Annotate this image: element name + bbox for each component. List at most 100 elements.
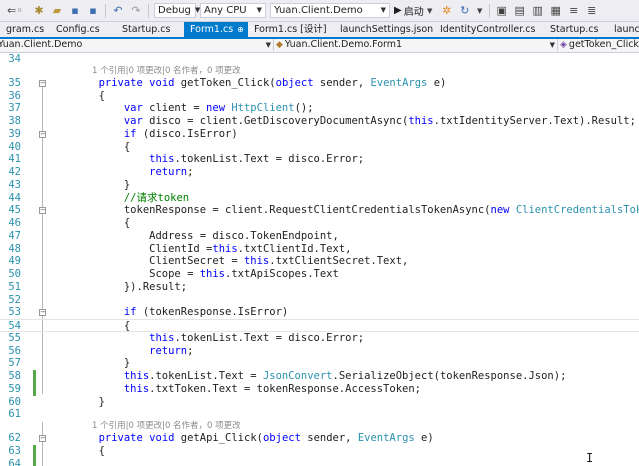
code-line[interactable]: 49 ClientSecret = this.txtClientSecret.T… [0, 255, 639, 268]
code-line[interactable]: 39 − if (disco.IsError) [0, 128, 639, 141]
navigation-bar: Yuan.Client.Demo ▼ ◆ Yuan.Client.Demo.Form… [0, 39, 639, 53]
line-number: 39 [8, 127, 21, 140]
code-token: client = [142, 102, 207, 115]
startup-project-select[interactable]: Yuan.Client.Demo ▼ [270, 3, 390, 18]
chevron-down-icon: ▼ [380, 6, 386, 14]
tab-launchsettings-2[interactable]: launchSetti [608, 22, 639, 37]
toolbox-icon[interactable]: ▣ [495, 4, 509, 18]
code-line[interactable]: 55 this.tokenList.Text = disco.Error; [0, 332, 639, 345]
redo-icon[interactable]: ↷ [129, 4, 143, 18]
code-line[interactable]: 38 var disco = client.GetDiscoveryDocume… [0, 115, 639, 128]
open-icon[interactable]: ▰ [50, 4, 64, 18]
collapse-toggle-icon[interactable]: − [39, 309, 46, 317]
browser-link-icon[interactable]: ✲ [440, 4, 454, 18]
class-select[interactable]: ◆ Yuan.Client.Demo.Form1 ▼ [274, 39, 558, 51]
undo-icon[interactable]: ↶ [111, 4, 125, 18]
code-line[interactable]: 59 this.txtToken.Text = tokenResponse.Ac… [0, 382, 639, 396]
line-number: 59 [8, 382, 21, 395]
tab-form1-cs[interactable]: Form1.cs ⊕ ✕ [184, 22, 256, 37]
code-line[interactable]: 50 Scope = this.txtApiScopes.Text [0, 268, 639, 281]
properties-icon[interactable]: ▤ [513, 4, 527, 18]
code-line[interactable]: 36 { [0, 90, 639, 103]
tab-startup-cs-2[interactable]: Startup.cs [544, 22, 608, 37]
code-token: this [149, 331, 175, 344]
line-number: 49 [8, 255, 21, 268]
codelens-references[interactable]: 1 个引用|0 项更改|0 名作者，0 项更改 [92, 66, 241, 77]
code-token: ClientCredentialsTokenRequest [515, 204, 639, 217]
code-line[interactable]: 61 [0, 408, 639, 421]
code-token: sender, [300, 432, 358, 444]
code-line[interactable]: 57 } [0, 357, 639, 370]
save-all-icon[interactable]: ▪ [86, 4, 100, 18]
tab-config-cs[interactable]: Config.cs [42, 22, 108, 37]
member-select[interactable]: ◈getToken_Click(obje [558, 39, 639, 51]
tab-identitycontroller-cs[interactable]: IdentityController.cs [428, 22, 544, 37]
code-line[interactable]: 42 return; [0, 166, 639, 179]
code-line[interactable]: 44 //请求token [0, 192, 639, 205]
tab-startup-cs[interactable]: Startup.cs [108, 22, 184, 37]
code-line[interactable]: 58 this.tokenList.Text = JsonConvert.Ser… [0, 370, 639, 383]
code-token: this [243, 255, 270, 268]
code-line[interactable]: 34 [0, 53, 639, 66]
collapse-toggle-icon[interactable]: − [39, 435, 46, 442]
code-line[interactable]: 53 − if (tokenResponse.IsError) [0, 306, 639, 319]
codelens-references[interactable]: 1 个引用|0 项更改|0 名作者，0 项更改 [92, 421, 241, 432]
line-number: 42 [8, 166, 21, 178]
code-text: { [48, 445, 105, 458]
collapse-toggle-icon[interactable]: − [39, 79, 46, 87]
code-token: e) [414, 432, 434, 444]
code-line[interactable]: 54 { [0, 319, 639, 332]
save-icon[interactable]: ▪ [68, 4, 82, 18]
collapse-toggle-icon[interactable]: − [39, 207, 46, 215]
line-number: 40 [8, 140, 21, 153]
code-line[interactable]: 64 [0, 457, 639, 466]
code-text: private void getApi_Click(object sender,… [48, 432, 434, 445]
code-line[interactable]: 40 { [0, 141, 639, 154]
code-text: ClientSecret = this.txtClientSecret.Text… [48, 255, 408, 268]
code-token: sender, [313, 76, 371, 89]
refresh-icon[interactable]: ↻ [458, 4, 472, 18]
code-text: var client = new HttpClient(); [48, 102, 314, 115]
code-line[interactable]: 60 } [0, 396, 639, 409]
code-token: this [408, 115, 434, 127]
code-line[interactable]: 63 { [0, 444, 639, 458]
solution-platform-select[interactable]: Any CPU ▼ [200, 3, 266, 18]
code-line[interactable]: 46 { [0, 217, 639, 230]
code-line[interactable]: 48 ClientId =this.txtClientId.Text, [0, 243, 639, 256]
code-line[interactable]: 51 }).Result; [0, 281, 639, 294]
bookmark-icon[interactable]: ▦ [549, 4, 563, 18]
tab-launchsettings-json[interactable]: launchSettings.json [328, 22, 433, 37]
code-line[interactable]: 45 − tokenResponse = client.RequestClient… [0, 204, 639, 217]
solution-explorer-icon[interactable]: ▥ [531, 4, 545, 18]
tab-label: Config.cs [56, 24, 100, 35]
nav-back-forward-icon[interactable]: ⇐◦ [2, 4, 28, 18]
start-debugging-button[interactable]: ▶ 启动 ▼ [394, 3, 436, 18]
code-editor[interactable]: 1 个引用|0 项更改|0 名作者，0 项更改 1 个引用|0 项更改|0 名作… [0, 53, 639, 466]
code-line[interactable]: 43 } [0, 179, 639, 192]
code-line[interactable]: 52 [0, 294, 639, 307]
code-line[interactable]: 37 var client = new HttpClient(); [0, 102, 639, 115]
code-token: new [490, 204, 510, 217]
tab-form1-designer[interactable]: Form1.cs [设计] [248, 22, 328, 37]
code-line[interactable]: 35 − private void getToken_Click(object s… [0, 77, 639, 90]
code-line[interactable]: 47 Address = disco.TokenEndpoint, [0, 230, 639, 243]
solution-configuration-select[interactable]: Debug ▼ [154, 3, 200, 18]
chevron-down-icon[interactable]: ▼ [476, 4, 484, 18]
comment-icon[interactable]: ≡ [567, 4, 581, 18]
chevron-down-icon[interactable]: ▼ [426, 4, 434, 18]
code-line[interactable]: 62 − private void getApi_Click(object sen… [0, 432, 639, 445]
line-number: 51 [8, 280, 21, 293]
collapse-toggle-icon[interactable]: − [39, 130, 46, 138]
mouse-ibeam-cursor: I [586, 451, 594, 465]
code-line[interactable]: 41 this.tokenList.Text = disco.Error; [0, 153, 639, 166]
line-number: 60 [8, 395, 21, 408]
pin-icon[interactable]: ⊕ [237, 25, 244, 34]
tab-program-cs[interactable]: gram.cs [0, 22, 44, 37]
code-line[interactable]: 56 return; [0, 345, 639, 358]
uncomment-icon[interactable]: ≣ [585, 4, 599, 18]
project-select[interactable]: Yuan.Client.Demo ▼ [0, 39, 274, 51]
new-project-icon[interactable]: ✱ [32, 4, 46, 18]
line-number: 56 [8, 344, 21, 357]
